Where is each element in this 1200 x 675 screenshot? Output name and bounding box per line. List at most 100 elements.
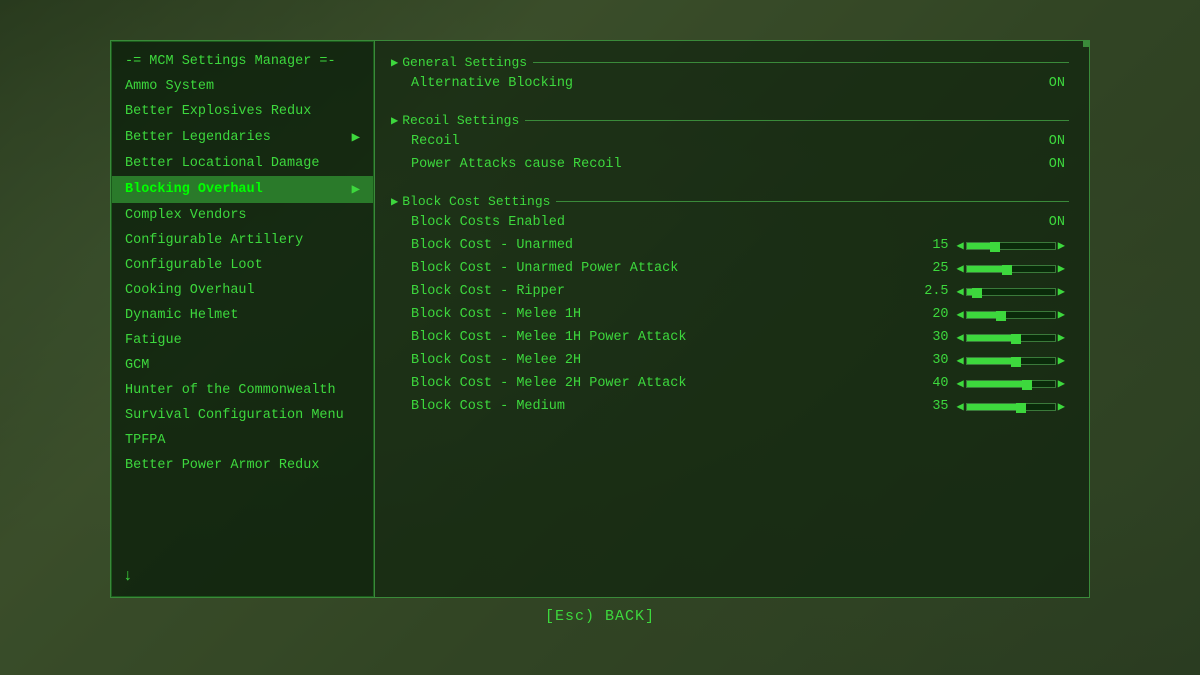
section-title: General Settings <box>402 55 527 70</box>
slider-control[interactable]: ◀ ▶ <box>957 330 1065 345</box>
slider-fill <box>967 335 1013 341</box>
slider-thumb[interactable] <box>1011 357 1021 367</box>
slider-value: 20 <box>919 307 949 322</box>
slider-control[interactable]: ◀ ▶ <box>957 353 1065 368</box>
slider-thumb[interactable] <box>1016 403 1026 413</box>
setting-label: Block Cost - Medium <box>411 399 919 414</box>
slider-fill <box>967 243 992 249</box>
sidebar-item-better-legendaries[interactable]: Better Legendaries ▶ <box>111 124 374 151</box>
slider-track[interactable] <box>966 265 1056 273</box>
toggle-value[interactable]: ON <box>1049 215 1065 230</box>
section-arrow-icon: ▶ <box>391 194 398 209</box>
slider-value: 35 <box>919 399 949 414</box>
slider-control[interactable]: ◀ ▶ <box>957 307 1065 322</box>
slider-track[interactable] <box>966 288 1056 296</box>
setting-row-block-cost-ripper[interactable]: Block Cost - Ripper 2.5 ◀ ▶ <box>391 280 1073 303</box>
slider-bracket-right: ▶ <box>1058 399 1065 414</box>
section-title: Block Cost Settings <box>402 194 550 209</box>
slider-thumb[interactable] <box>996 311 1006 321</box>
section-recoil-settings: ▶ Recoil Settings RecoilONPower Attacks … <box>375 99 1089 180</box>
slider-track[interactable] <box>966 357 1056 365</box>
sidebar-item-survival-config[interactable]: Survival Configuration Menu <box>111 403 374 428</box>
setting-row-block-cost-melee-1h-power[interactable]: Block Cost - Melee 1H Power Attack 30 ◀ … <box>391 326 1073 349</box>
sidebar-item-gcm[interactable]: GCM <box>111 353 374 378</box>
slider-control[interactable]: ◀ ▶ <box>957 399 1065 414</box>
slider-track[interactable] <box>966 311 1056 319</box>
back-label[interactable]: [Esc) BACK] <box>545 608 655 625</box>
sidebar-header: -= MCM Settings Manager =- <box>111 49 374 74</box>
setting-row-recoil[interactable]: RecoilON <box>391 130 1073 153</box>
setting-row-block-cost-melee-1h[interactable]: Block Cost - Melee 1H 20 ◀ ▶ <box>391 303 1073 326</box>
setting-row-block-costs-enabled[interactable]: Block Costs EnabledON <box>391 211 1073 234</box>
sidebar-item-label: Better Legendaries <box>125 130 271 145</box>
setting-row-alt-blocking[interactable]: Alternative BlockingON <box>391 72 1073 95</box>
slider-value: 40 <box>919 376 949 391</box>
section-divider <box>556 201 1069 202</box>
sidebar-item-label: Cooking Overhaul <box>125 283 255 298</box>
sidebar-item-complex-vendors[interactable]: Complex Vendors <box>111 203 374 228</box>
slider-value: 15 <box>919 238 949 253</box>
slider-thumb[interactable] <box>990 242 1000 252</box>
slider-track[interactable] <box>966 242 1056 250</box>
toggle-value[interactable]: ON <box>1049 76 1065 91</box>
slider-control[interactable]: ◀ ▶ <box>957 238 1065 253</box>
setting-label: Block Cost - Ripper <box>411 284 919 299</box>
slider-value: 30 <box>919 353 949 368</box>
slider-value: 2.5 <box>919 284 949 299</box>
sidebar-item-better-power-armor[interactable]: Better Power Armor Redux <box>111 453 374 478</box>
slider-bracket-left: ◀ <box>957 261 964 276</box>
settings-panel: ▶ General Settings Alternative BlockingO… <box>375 40 1090 598</box>
slider-bracket-right: ▶ <box>1058 353 1065 368</box>
slider-bracket-right: ▶ <box>1058 307 1065 322</box>
slider-bracket-left: ◀ <box>957 353 964 368</box>
setting-row-power-attacks-recoil[interactable]: Power Attacks cause RecoilON <box>391 153 1073 176</box>
sidebar-item-cooking-overhaul[interactable]: Cooking Overhaul <box>111 278 374 303</box>
sidebar-item-label: Hunter of the Commonwealth <box>125 383 336 398</box>
sidebar-item-label: Dynamic Helmet <box>125 308 238 323</box>
slider-thumb[interactable] <box>972 288 982 298</box>
slider-fill <box>967 381 1024 387</box>
bottom-bar: [Esc) BACK] <box>110 598 1090 635</box>
slider-control[interactable]: ◀ ▶ <box>957 376 1065 391</box>
slider-control[interactable]: ◀ ▶ <box>957 284 1065 299</box>
slider-track[interactable] <box>966 334 1056 342</box>
setting-row-block-cost-melee-2h-power[interactable]: Block Cost - Melee 2H Power Attack 40 ◀ … <box>391 372 1073 395</box>
sidebar-scroll-down[interactable]: ↓ <box>111 563 374 589</box>
sidebar-item-better-explosives[interactable]: Better Explosives Redux <box>111 99 374 124</box>
slider-thumb[interactable] <box>1011 334 1021 344</box>
setting-row-block-cost-medium[interactable]: Block Cost - Medium 35 ◀ ▶ <box>391 395 1073 418</box>
setting-row-block-cost-unarmed[interactable]: Block Cost - Unarmed 15 ◀ ▶ <box>391 234 1073 257</box>
slider-control[interactable]: ◀ ▶ <box>957 261 1065 276</box>
sidebar-item-label: Survival Configuration Menu <box>125 408 344 423</box>
sidebar-item-ammo-system[interactable]: Ammo System <box>111 74 374 99</box>
toggle-value[interactable]: ON <box>1049 134 1065 149</box>
sidebar-item-configurable-artillery[interactable]: Configurable Artillery <box>111 228 374 253</box>
setting-label: Block Cost - Melee 2H Power Attack <box>411 376 919 391</box>
slider-thumb[interactable] <box>1022 380 1032 390</box>
slider-value: 30 <box>919 330 949 345</box>
toggle-value[interactable]: ON <box>1049 157 1065 172</box>
sidebar-item-blocking-overhaul[interactable]: Blocking Overhaul▶ <box>111 176 374 203</box>
setting-row-block-cost-unarmed-power[interactable]: Block Cost - Unarmed Power Attack 25 ◀ ▶ <box>391 257 1073 280</box>
setting-label: Block Cost - Unarmed <box>411 238 919 253</box>
slider-value: 25 <box>919 261 949 276</box>
sidebar-item-tpfpa[interactable]: TPFPA <box>111 428 374 453</box>
sidebar-item-dynamic-helmet[interactable]: Dynamic Helmet <box>111 303 374 328</box>
sidebar-item-hunter-commonwealth[interactable]: Hunter of the Commonwealth <box>111 378 374 403</box>
chevron-right-icon: ▶ <box>352 181 360 198</box>
chevron-right-icon: ▶ <box>352 129 360 146</box>
setting-label: Recoil <box>411 134 1049 149</box>
slider-thumb[interactable] <box>1002 265 1012 275</box>
setting-label: Block Cost - Melee 1H <box>411 307 919 322</box>
section-divider <box>533 62 1069 63</box>
sidebar-item-fatigue[interactable]: Fatigue <box>111 328 374 353</box>
setting-row-block-cost-melee-2h[interactable]: Block Cost - Melee 2H 30 ◀ ▶ <box>391 349 1073 372</box>
setting-label: Block Cost - Melee 1H Power Attack <box>411 330 919 345</box>
section-arrow-icon: ▶ <box>391 55 398 70</box>
section-title: Recoil Settings <box>402 113 519 128</box>
slider-track[interactable] <box>966 380 1056 388</box>
slider-track[interactable] <box>966 403 1056 411</box>
sidebar-item-configurable-loot[interactable]: Configurable Loot <box>111 253 374 278</box>
sidebar-item-better-locational[interactable]: Better Locational Damage <box>111 151 374 176</box>
slider-fill <box>967 404 1018 410</box>
